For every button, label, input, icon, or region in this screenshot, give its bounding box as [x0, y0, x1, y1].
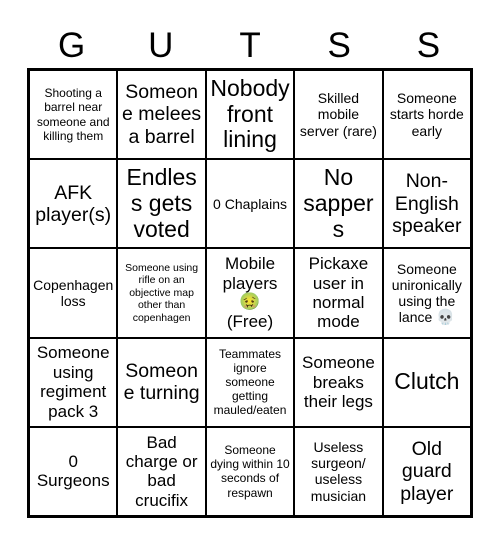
bingo-cell[interactable]: Old guard player: [383, 427, 471, 516]
bingo-cell[interactable]: Someone unironically using the lance 💀: [383, 249, 471, 337]
bingo-row: Someone using regiment pack 3 Someone tur…: [30, 338, 471, 428]
bingo-cell[interactable]: Bad charge or bad crucifix: [118, 427, 207, 516]
bingo-cell-text: No sappers: [303, 164, 374, 242]
bingo-cell-text: Mobile players 🤢 (Free): [210, 254, 290, 332]
header-letter-2: U: [148, 25, 174, 65]
header-letter-1: G: [57, 25, 86, 65]
bingo-cell-text: Someone melees a barrel: [122, 81, 202, 148]
bingo-cell[interactable]: 0 Chaplains: [206, 160, 296, 248]
bingo-cell[interactable]: Shooting a barrel near someone and killi…: [30, 71, 119, 159]
bingo-row: 0 Surgeons Bad charge or bad crucifix Some…: [30, 427, 471, 516]
bingo-cell-text: Copenhagen loss: [33, 276, 114, 309]
header-letter-3: T: [239, 25, 261, 65]
bingo-cell-free[interactable]: Mobile players 🤢 (Free): [206, 249, 296, 337]
skull-icon: 💀: [436, 308, 455, 327]
bingo-header-row: G U T S S: [27, 22, 473, 68]
bingo-cell[interactable]: Useless surgeon/ useless musician: [295, 427, 384, 516]
bingo-cell-text: Clutch: [394, 368, 460, 395]
bingo-cell-text: Skilled mobile server (rare): [299, 90, 377, 139]
bingo-cell-text: Pickaxe user in normal mode: [308, 254, 369, 332]
bingo-cell-text: Someone using regiment pack 3: [36, 343, 110, 421]
bingo-cell-text: Old guard player: [400, 438, 454, 505]
bingo-cell-text: AFK player(s): [35, 181, 112, 226]
bingo-cell[interactable]: Non-English speaker: [383, 160, 471, 248]
bingo-row: Shooting a barrel near someone and killi…: [30, 71, 471, 161]
bingo-cell[interactable]: Endless gets voted: [118, 160, 207, 248]
bingo-grid: Shooting a barrel near someone and killi…: [27, 68, 473, 518]
bingo-cell[interactable]: 0 Surgeons: [30, 427, 119, 516]
bingo-row: AFK player(s) Endless gets voted 0 Chaplai…: [30, 160, 471, 250]
bingo-cell-text: Someone starts horde early: [389, 90, 464, 139]
bingo-cell-text: Someone dying within 10 seconds of respa…: [210, 443, 290, 500]
bingo-cell[interactable]: Skilled mobile server (rare): [295, 71, 384, 159]
bingo-cell-text: Nobody front lining: [210, 74, 290, 153]
bingo-cell-text: Teammates ignore someone getting mauled/…: [213, 346, 287, 418]
bingo-cell-text: Someone breaks their legs: [302, 353, 375, 411]
nauseated-face-icon: 🤢: [239, 291, 261, 312]
bingo-cell[interactable]: Someone using regiment pack 3: [30, 338, 119, 426]
bingo-cell[interactable]: Someone turning: [118, 338, 207, 426]
bingo-cell[interactable]: Someone using rifle on an objective map …: [118, 249, 207, 337]
header-letter-5: S: [416, 25, 441, 65]
bingo-cell-text: Shooting a barrel near someone and killi…: [36, 86, 110, 143]
bingo-row: Copenhagen loss Someone using rifle on an…: [30, 249, 471, 339]
bingo-cell-text: Someone using rifle on an objective map …: [125, 261, 199, 324]
bingo-cell-text: Useless surgeon/ useless musician: [310, 438, 367, 504]
bingo-cell[interactable]: Someone dying within 10 seconds of respa…: [206, 427, 296, 516]
bingo-cell[interactable]: No sappers: [295, 160, 384, 248]
bingo-cell-text: Someone turning: [123, 359, 200, 405]
bingo-cell-text: Bad charge or bad crucifix: [125, 432, 198, 510]
bingo-card: G U T S S Shooting a barrel near someone…: [0, 0, 501, 544]
bingo-cell-text: 0 Chaplains: [213, 195, 287, 212]
bingo-cell-text: Endless gets voted: [126, 164, 197, 242]
bingo-cell[interactable]: Someone breaks their legs: [295, 338, 384, 426]
bingo-cell[interactable]: AFK player(s): [30, 160, 119, 248]
free-space-label: (Free): [226, 312, 274, 332]
bingo-cell[interactable]: Teammates ignore someone getting mauled/…: [206, 338, 296, 426]
bingo-cell-text: 0 Surgeons: [36, 452, 110, 491]
bingo-cell[interactable]: Clutch: [383, 338, 471, 426]
bingo-cell-text: Non-English speaker: [392, 170, 462, 237]
bingo-cell[interactable]: Copenhagen loss: [30, 249, 119, 337]
header-letter-4: S: [327, 25, 351, 65]
bingo-cell[interactable]: Nobody front lining: [206, 71, 296, 159]
bingo-cell[interactable]: Someone starts horde early: [383, 71, 471, 159]
bingo-cell[interactable]: Someone melees a barrel: [118, 71, 207, 159]
bingo-cell[interactable]: Pickaxe user in normal mode: [295, 249, 384, 337]
bingo-cell-text: Someone unironically using the lance 💀: [391, 260, 462, 327]
